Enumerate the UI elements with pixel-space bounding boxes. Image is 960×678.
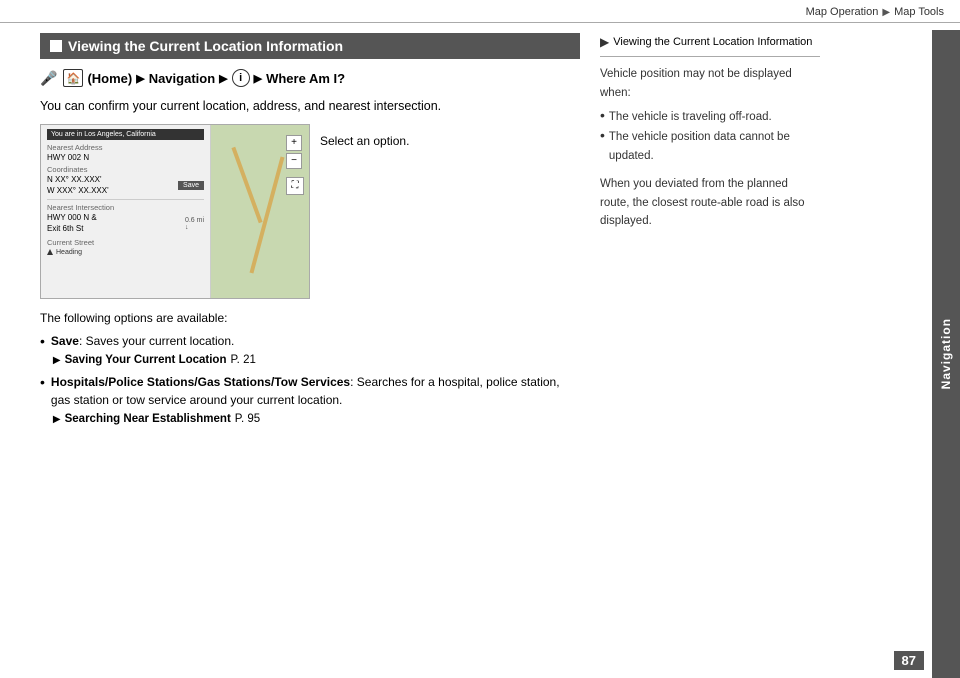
option-save-ref: ▶ Saving Your Current Location P. 21 <box>53 352 580 369</box>
section-title: Viewing the Current Location Information <box>68 38 343 54</box>
map-panel: You are in Los Angeles, California Neare… <box>41 125 211 298</box>
main-content: Viewing the Current Location Information… <box>0 23 930 442</box>
sidebar-label: Navigation <box>939 318 953 389</box>
option-item-hospitals: • Hospitals/Police Stations/Gas Stations… <box>40 373 580 428</box>
right-bullet-text-1: The vehicle is traveling off-road. <box>609 108 772 126</box>
section-header-square <box>50 40 62 52</box>
select-option-text: Select an option. <box>320 124 409 299</box>
coordinates-row: N XX° XX.XXX' W XXX° XX.XXX' Save <box>47 175 204 197</box>
option-hospitals-content: Hospitals/Police Stations/Gas Stations/T… <box>51 373 580 428</box>
right-col-header-text: Viewing the Current Location Information <box>613 34 812 52</box>
breadcrumb: Map Operation ▶ Map Tools <box>806 6 944 18</box>
breadcrumb-part1: Map Operation <box>806 6 879 18</box>
right-col-content: Vehicle position may not be displayed wh… <box>600 65 820 230</box>
option-hospitals-ref-text: Searching Near Establishment <box>65 411 231 428</box>
home-icon: 🏠 <box>63 69 83 87</box>
right-bullet-1: • The vehicle is traveling off-road. <box>600 108 820 126</box>
right-column: ▶ Viewing the Current Location Informati… <box>600 33 820 432</box>
map-save-button[interactable]: Save <box>178 181 204 190</box>
nearest-address-value: HWY 002 N <box>47 153 204 162</box>
ref-icon-1: ▶ <box>53 353 61 368</box>
options-title: The following options are available: <box>40 309 580 328</box>
section-header: Viewing the Current Location Information <box>40 33 580 59</box>
right-bullet-dot-1: • <box>600 108 605 126</box>
ui-screenshot: You are in Los Angeles, California Neare… <box>40 124 310 299</box>
bullet-dot-2: • <box>40 375 45 428</box>
coord2: W XXX° XX.XXX' <box>47 186 109 195</box>
right-bullet-2: • The vehicle position data cannot be up… <box>600 128 820 165</box>
intersection-distance: 0.6 mi↓ <box>185 217 204 231</box>
option-save-content: Save: Saves your current location. ▶ Sav… <box>51 332 580 369</box>
nav-label: Navigation <box>149 71 215 86</box>
option-save-ref-page: P. 21 <box>230 352 255 369</box>
nav-arrow2: ▶ <box>219 72 227 85</box>
options-list: The following options are available: • S… <box>40 309 580 429</box>
option-save-ref-text: Saving Your Current Location <box>65 352 227 369</box>
right-intro: Vehicle position may not be displayed wh… <box>600 65 820 102</box>
right-col-icon: ▶ <box>600 33 609 52</box>
nav-arrow3: ▶ <box>254 72 262 85</box>
zoom-out-button[interactable]: − <box>286 153 302 169</box>
option-hospitals-ref-page: P. 95 <box>235 411 260 428</box>
heading-row: Heading <box>47 249 204 256</box>
right-note: When you deviated from the planned route… <box>600 175 820 230</box>
option-save-text: : Saves your current location. <box>79 334 234 348</box>
right-bullet-dot-2: • <box>600 128 605 165</box>
where-am-i-label: Where Am I? <box>266 71 345 86</box>
home-label: (Home) <box>87 71 132 86</box>
current-street-label: Current Street <box>47 238 204 247</box>
breadcrumb-part2: Map Tools <box>894 6 944 18</box>
screenshot-container: You are in Los Angeles, California Neare… <box>40 124 580 299</box>
description-text: You can confirm your current location, a… <box>40 97 580 116</box>
coordinates-label: Coordinates <box>47 165 204 174</box>
header-bar: Map Operation ▶ Map Tools <box>0 0 960 23</box>
heading-triangle <box>47 249 53 255</box>
nav-path: 🎤 🏠 (Home) ▶ Navigation ▶ i ▶ Where Am I… <box>40 69 580 87</box>
voice-icon: 🎤 <box>40 70 57 87</box>
intersection-value: HWY 000 N & <box>47 213 97 222</box>
intersection-row: HWY 000 N & Exit 6th St 0.6 mi↓ <box>47 213 204 235</box>
right-bullet-text-2: The vehicle position data cannot be upda… <box>609 128 820 165</box>
zoom-in-button[interactable]: + <box>286 135 302 151</box>
option-item-save: • Save: Saves your current location. ▶ S… <box>40 332 580 369</box>
map-location-bar: You are in Los Angeles, California <box>47 129 204 140</box>
heading-text: Heading <box>56 249 82 256</box>
option-save-term: Save <box>51 334 79 348</box>
bullet-dot-1: • <box>40 334 45 369</box>
map-controls: + − ⛶ <box>286 135 304 195</box>
right-col-header: ▶ Viewing the Current Location Informati… <box>600 33 820 57</box>
expand-button[interactable]: ⛶ <box>286 177 304 195</box>
ref-icon-2: ▶ <box>53 412 61 427</box>
page-number: 87 <box>894 651 924 670</box>
nearest-intersection-label: Nearest Intersection <box>47 203 204 212</box>
header-arrow1: ▶ <box>882 7 890 18</box>
left-column: Viewing the Current Location Information… <box>40 33 580 432</box>
nav-arrow1: ▶ <box>136 72 144 85</box>
info-icon: i <box>232 69 250 87</box>
option-hospitals-ref: ▶ Searching Near Establishment P. 95 <box>53 411 580 428</box>
intersection-value2: Exit 6th St <box>47 224 97 233</box>
option-hospitals-term: Hospitals/Police Stations/Gas Stations/T… <box>51 375 350 389</box>
nearest-address-label: Nearest Address <box>47 143 204 152</box>
coord1: N XX° XX.XXX' <box>47 175 109 184</box>
right-sidebar: Navigation <box>932 30 960 678</box>
